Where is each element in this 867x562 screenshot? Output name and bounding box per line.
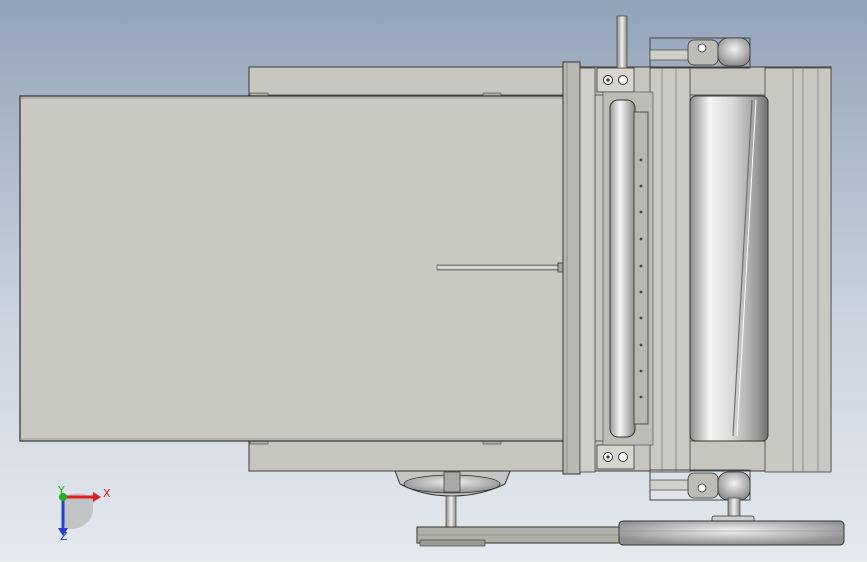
y-axis-label: Y xyxy=(58,484,65,497)
bearing-block-bottom[interactable] xyxy=(596,444,635,470)
drive-roller[interactable] xyxy=(689,95,769,442)
motor[interactable] xyxy=(394,470,511,531)
adjust-shaft[interactable] xyxy=(616,15,628,69)
idler-roller[interactable] xyxy=(602,91,654,446)
z-axis-label: Z xyxy=(60,530,68,543)
bearing-block-top[interactable] xyxy=(596,67,635,93)
top-sprocket-assembly[interactable] xyxy=(649,37,751,69)
conveyor-assembly-model[interactable] xyxy=(0,0,867,562)
cad-viewport[interactable]: X Y Z xyxy=(0,0,867,562)
drive-pulley[interactable] xyxy=(416,520,845,547)
x-axis-arrowhead xyxy=(93,492,101,502)
x-axis-label: X xyxy=(103,487,111,500)
bottom-sprocket-assembly[interactable] xyxy=(649,469,755,525)
